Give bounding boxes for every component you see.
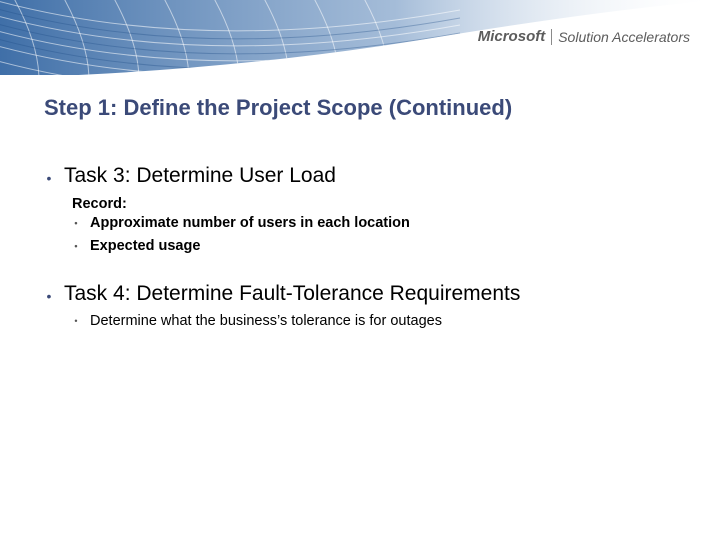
task-heading-text: Task 4: Determine Fault-Tolerance Requir… (64, 282, 520, 306)
bullet-icon: • (72, 310, 80, 333)
slide-title: Step 1: Define the Project Scope (Contin… (44, 95, 680, 121)
bullet-icon: • (44, 282, 54, 310)
slide-body: • Task 3: Determine User Load Record: • … (44, 160, 690, 334)
task-lead: Record: (72, 196, 690, 212)
task-item-text: Determine what the business’s tolerance … (90, 310, 442, 333)
bullet-icon: • (72, 235, 80, 258)
task-item-text: Approximate number of users in each loca… (90, 212, 410, 235)
bullet-icon: • (44, 164, 54, 192)
task-heading: • Task 3: Determine User Load (44, 164, 690, 192)
branding-divider-icon (551, 29, 552, 45)
task-item: • Expected usage (72, 235, 690, 258)
company-name: Microsoft (478, 28, 546, 45)
bullet-icon: • (72, 212, 80, 235)
branding-block: Microsoft Solution Accelerators (478, 28, 690, 45)
task-item: • Approximate number of users in each lo… (72, 212, 690, 235)
task-heading-text: Task 3: Determine User Load (64, 164, 336, 188)
task-heading: • Task 4: Determine Fault-Tolerance Requ… (44, 282, 690, 310)
task-item: • Determine what the business’s toleranc… (72, 310, 690, 333)
product-name: Solution Accelerators (558, 29, 690, 45)
task-item-text: Expected usage (90, 235, 200, 258)
